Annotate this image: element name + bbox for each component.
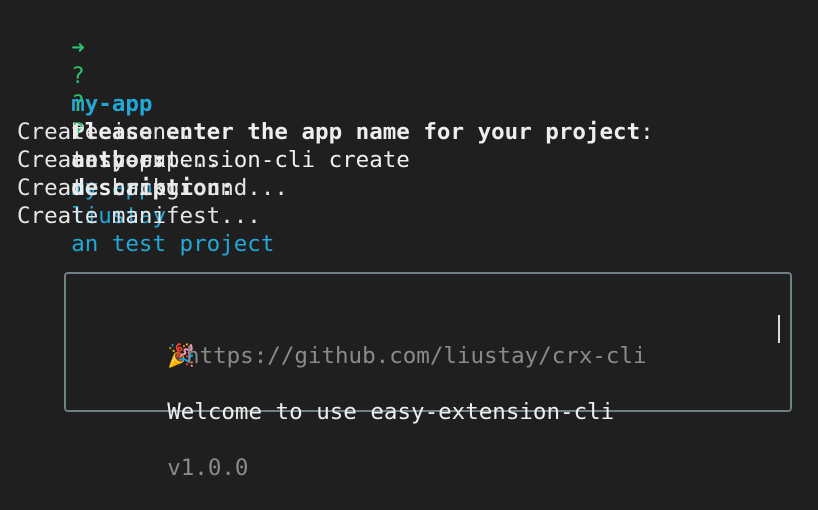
welcome-text: Welcome to use easy-extension-cli	[167, 399, 615, 425]
command-line: ➜ my-app easy-extension-cli create	[17, 6, 807, 173]
version-text: v1.0.0	[167, 455, 249, 481]
question-mark: ?	[71, 63, 85, 89]
prompt-arrow: ➜	[71, 35, 85, 61]
question-author: ? anthor: liustay	[17, 62, 807, 229]
welcome-box: 🎉 Welcome to use easy-extension-cli v1.0…	[64, 272, 792, 481]
log-line: Create manifest...	[17, 203, 261, 229]
repo-url[interactable]: https://github.com/liustay/crx-cli	[186, 342, 647, 370]
log-line: Create popup...	[17, 147, 221, 173]
question-answer: an test project	[71, 231, 275, 257]
text-cursor	[778, 315, 780, 343]
question-mark: ?	[71, 91, 85, 117]
question-separator: :	[640, 119, 654, 145]
welcome-line: 🎉 Welcome to use easy-extension-cli v1.0…	[113, 314, 614, 481]
log-line: Create background...	[17, 175, 288, 201]
terminal-output: ➜ my-app easy-extension-cli create ? Ple…	[17, 6, 807, 257]
question-app-name: ? Please enter the app name for your pro…	[17, 34, 807, 201]
